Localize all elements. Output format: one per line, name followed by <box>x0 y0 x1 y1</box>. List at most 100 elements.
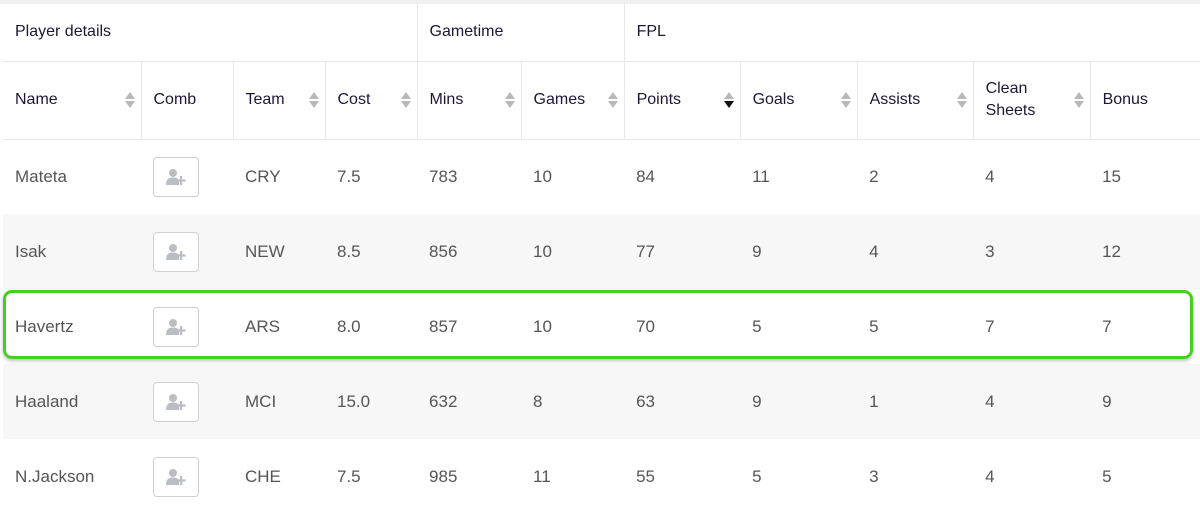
cell-comb <box>141 289 233 364</box>
column-header-comb: Comb <box>141 61 234 140</box>
cell-cost: 8.5 <box>325 214 418 289</box>
column-label: Clean Sheets <box>985 80 1036 119</box>
cell-bonus: 5 <box>1102 466 1112 486</box>
cell-name: Isak <box>3 214 141 289</box>
column-header-points[interactable]: Points <box>624 61 741 140</box>
cell-points: 77 <box>624 214 741 289</box>
column-header-cost[interactable]: Cost <box>325 61 418 140</box>
cell-clean-sheets: 4 <box>985 166 995 186</box>
cell-bonus: 12 <box>1090 214 1200 289</box>
cell-mins: 985 <box>429 466 458 486</box>
cell-assists: 1 <box>857 364 974 439</box>
group-gametime: Gametime <box>417 4 625 62</box>
cell-goals: 5 <box>752 466 762 486</box>
sort-icon[interactable] <box>607 91 618 109</box>
column-header-assists[interactable]: Assists <box>857 61 974 140</box>
group-header-row: Player details Gametime FPL <box>3 4 1200 62</box>
table-row[interactable]: N.Jackson CHE 7.5 985 11 55 5 3 4 5 <box>3 439 1200 514</box>
column-header-row: Name Comb Team Cost Mins Games Points Go… <box>3 61 1200 140</box>
cell-comb <box>141 439 233 514</box>
cell-games: 8 <box>521 364 625 439</box>
add-user-icon <box>166 393 186 410</box>
cell-assists: 5 <box>869 316 879 336</box>
sort-icon[interactable] <box>840 91 851 109</box>
cell-assists: 2 <box>869 166 879 186</box>
sort-icon[interactable] <box>308 91 319 109</box>
cell-team: ARS <box>245 316 280 336</box>
add-to-comparison-button[interactable] <box>153 456 199 497</box>
cell-team: CRY <box>245 166 281 186</box>
add-to-comparison-button[interactable] <box>153 231 199 272</box>
table-row[interactable]: Mateta CRY 7.5 783 10 84 11 2 4 15 <box>3 139 1200 214</box>
sort-icon[interactable] <box>504 91 515 109</box>
cell-cost: 15.0 <box>325 364 418 439</box>
column-header-games[interactable]: Games <box>521 61 625 140</box>
table-row[interactable]: Isak NEW 8.5 856 10 77 9 4 3 12 <box>3 214 1200 289</box>
cell-clean-sheets: 3 <box>973 214 1091 289</box>
cell-assists: 4 <box>857 214 974 289</box>
column-header-bonus[interactable]: Bonus <box>1090 61 1200 140</box>
cell-games: 10 <box>533 316 552 336</box>
column-header-goals[interactable]: Goals <box>740 61 858 140</box>
add-to-comparison-button[interactable] <box>153 306 199 347</box>
sort-desc-icon[interactable] <box>723 91 734 109</box>
cell-points: 70 <box>636 316 655 336</box>
cell-goals: 9 <box>740 364 858 439</box>
cell-points: 84 <box>636 166 655 186</box>
column-label: Team <box>245 91 285 108</box>
cell-name: Mateta <box>15 166 67 186</box>
cell-clean-sheets: 4 <box>985 466 995 486</box>
cell-points: 55 <box>636 466 655 486</box>
cell-goals: 9 <box>740 214 858 289</box>
cell-assists: 3 <box>869 466 879 486</box>
column-header-team[interactable]: Team <box>233 61 326 140</box>
cell-comb <box>141 364 233 439</box>
column-header-clean-sheets[interactable]: Clean Sheets <box>973 61 1091 140</box>
cell-bonus: 7 <box>1102 316 1112 336</box>
column-label: Assists <box>869 91 921 108</box>
cell-bonus: 15 <box>1102 166 1121 186</box>
cell-goals: 11 <box>752 166 770 186</box>
cell-cost: 7.5 <box>337 166 361 186</box>
sort-icon[interactable] <box>956 91 967 109</box>
add-user-icon <box>166 468 186 485</box>
sort-icon[interactable] <box>1073 91 1084 109</box>
column-label: Bonus <box>1102 91 1148 108</box>
cell-comb <box>141 214 233 289</box>
column-label: Comb <box>153 91 197 108</box>
table-row[interactable]: Havertz ARS 8.0 857 10 70 5 5 7 7 <box>3 289 1200 364</box>
cell-comb <box>141 139 233 214</box>
cell-cost: 7.5 <box>337 466 361 486</box>
add-user-icon <box>166 168 186 185</box>
group-player-details: Player details <box>3 4 418 62</box>
column-header-name[interactable]: Name <box>3 61 142 140</box>
cell-mins: 632 <box>417 364 522 439</box>
group-fpl: FPL <box>624 4 1200 62</box>
column-label: Cost <box>337 91 371 108</box>
cell-team: CHE <box>245 466 281 486</box>
column-label: Points <box>636 91 682 108</box>
cell-name: Havertz <box>15 316 74 336</box>
player-stats-table: Player details Gametime FPL Name Comb Te… <box>3 4 1200 514</box>
cell-bonus: 9 <box>1090 364 1200 439</box>
column-label: Games <box>533 91 586 108</box>
add-user-icon <box>166 243 186 260</box>
cell-games: 11 <box>533 466 551 486</box>
column-header-mins[interactable]: Mins <box>417 61 522 140</box>
column-label: Goals <box>752 91 795 108</box>
sort-icon[interactable] <box>124 91 135 109</box>
column-label: Mins <box>429 91 464 108</box>
cell-name: N.Jackson <box>15 466 95 486</box>
cell-mins: 856 <box>417 214 522 289</box>
cell-games: 10 <box>533 166 552 186</box>
add-to-comparison-button[interactable] <box>153 381 199 422</box>
cell-points: 63 <box>624 364 741 439</box>
sort-icon[interactable] <box>400 91 411 109</box>
table-row[interactable]: Haaland MCI 15.0 632 8 63 9 1 4 9 <box>3 364 1200 439</box>
cell-clean-sheets: 4 <box>973 364 1091 439</box>
cell-mins: 783 <box>429 166 458 186</box>
add-to-comparison-button[interactable] <box>153 156 199 197</box>
cell-mins: 857 <box>429 316 458 336</box>
cell-team: MCI <box>233 364 325 439</box>
cell-team: NEW <box>233 214 325 289</box>
